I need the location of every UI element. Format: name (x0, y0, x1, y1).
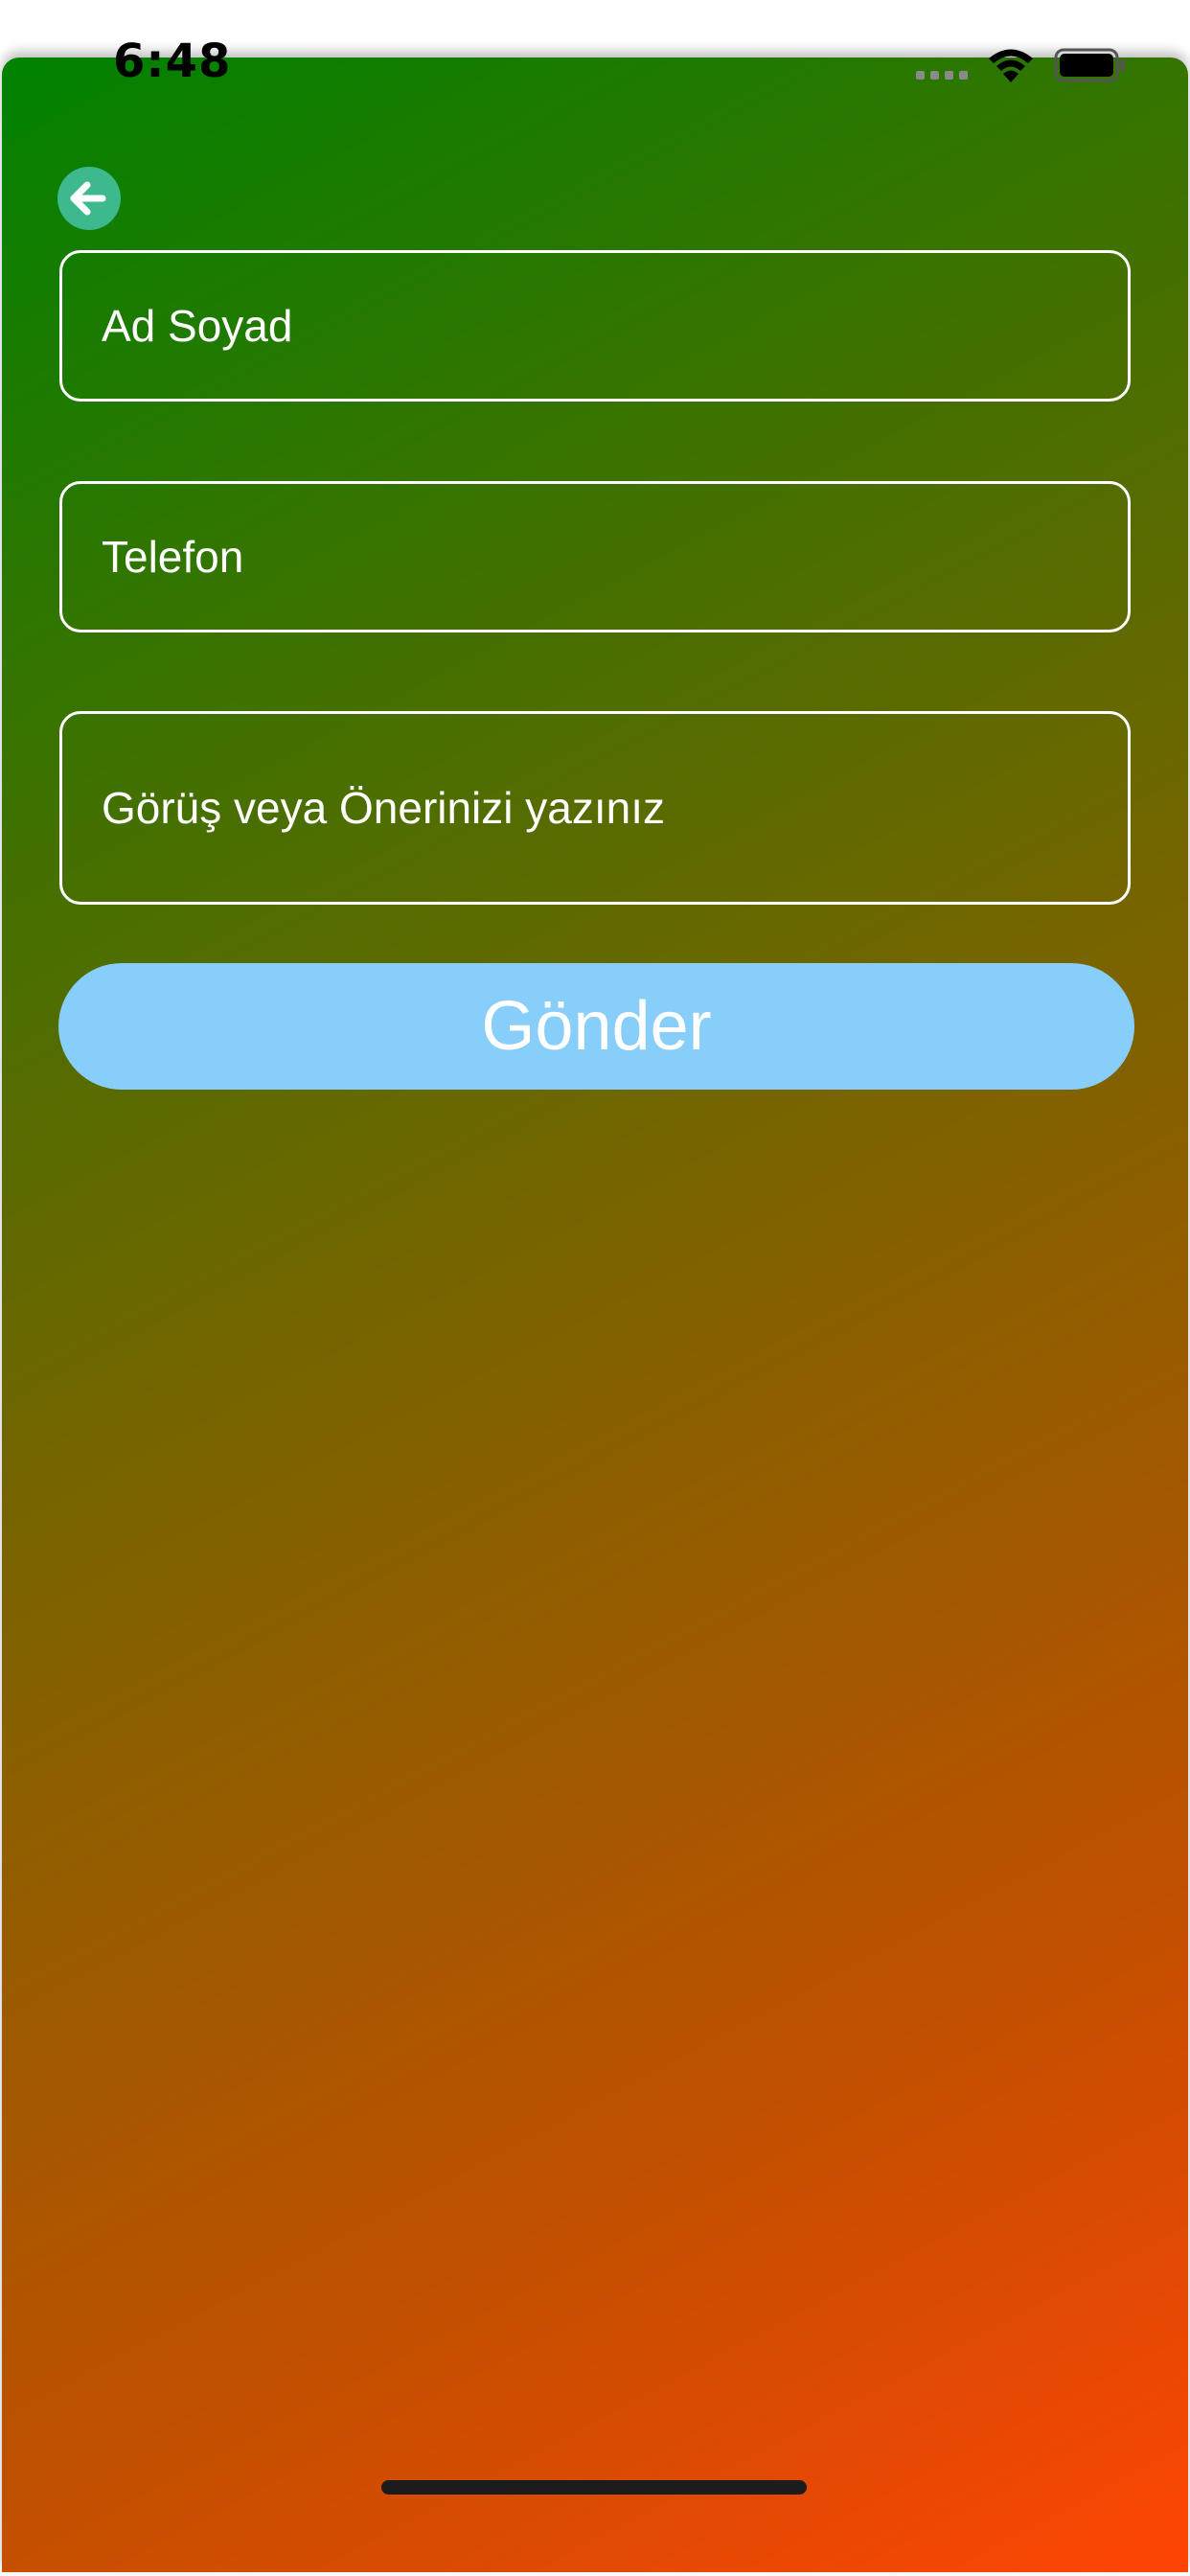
name-input[interactable]: Ad Soyad (59, 250, 1131, 402)
message-input[interactable]: Görüş veya Önerinizi yazınız (59, 711, 1131, 905)
back-button[interactable] (57, 167, 121, 230)
status-bar: 6:48 (0, 0, 1190, 125)
message-placeholder: Görüş veya Önerinizi yazınız (102, 783, 666, 833)
feedback-screen: Ad Soyad Telefon Görüş veya Önerinizi ya… (2, 58, 1188, 2572)
arrow-left-icon (70, 181, 106, 216)
battery-icon (1054, 48, 1125, 82)
cellular-signal-icon (916, 71, 968, 80)
name-placeholder: Ad Soyad (102, 301, 293, 351)
submit-button[interactable]: Gönder (58, 963, 1134, 1090)
wifi-icon (989, 49, 1033, 82)
submit-label: Gönder (481, 988, 712, 1065)
home-indicator[interactable] (381, 2480, 807, 2495)
status-time: 6:48 (113, 34, 232, 88)
phone-placeholder: Telefon (102, 532, 244, 582)
phone-input[interactable]: Telefon (59, 481, 1131, 632)
